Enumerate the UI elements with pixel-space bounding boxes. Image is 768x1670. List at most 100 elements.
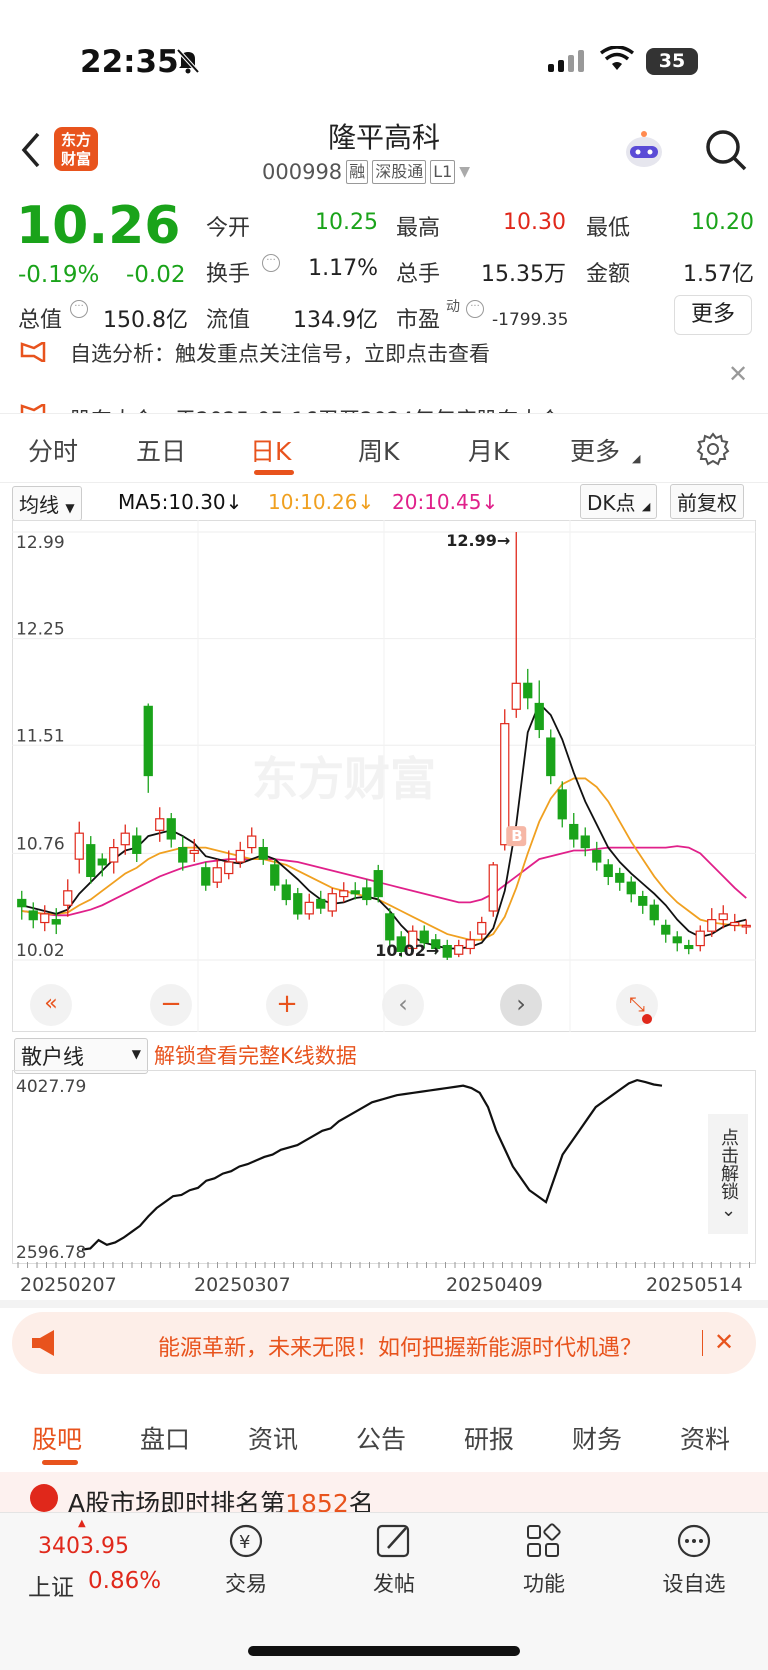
- tab-news[interactable]: 资讯: [248, 1420, 298, 1456]
- megaphone-icon: [20, 404, 46, 413]
- side-unlock-button[interactable]: 点击解锁⌄: [708, 1114, 748, 1234]
- tab-daily-k[interactable]: 日K: [250, 432, 291, 468]
- index-percent[interactable]: 0.86%: [88, 1568, 161, 1594]
- margin-tag: 融: [346, 160, 369, 184]
- candle: [741, 919, 751, 935]
- candle-body: [143, 705, 153, 777]
- tab-five-day[interactable]: 五日: [136, 432, 186, 468]
- nav-trade[interactable]: 交易: [196, 1568, 296, 1598]
- tab-more[interactable]: 更多: [570, 432, 620, 468]
- candle-body: [189, 849, 199, 854]
- home-indicator: [248, 1646, 520, 1656]
- unlock-kline-link[interactable]: 解锁查看完整K线数据: [154, 1040, 357, 1070]
- candle: [661, 919, 671, 943]
- section-gap: [0, 1300, 768, 1308]
- notice-text[interactable]: 股东大会：于2025-05-16召开2024年年度股东大会: [70, 404, 560, 413]
- candle-body: [684, 944, 694, 950]
- candle: [626, 876, 636, 903]
- buy-marker-label: B: [511, 827, 522, 845]
- zoom-out-button[interactable]: −: [150, 984, 192, 1026]
- candle: [385, 908, 395, 946]
- tab-financials[interactable]: 财务: [572, 1420, 622, 1456]
- candle-body: [626, 881, 636, 895]
- candle-body: [293, 893, 303, 915]
- info-icon[interactable]: ···: [262, 254, 280, 272]
- nav-functions[interactable]: 功能: [494, 1568, 594, 1598]
- low-annotation: 10.02→: [375, 941, 439, 960]
- close-icon[interactable]: ✕: [714, 1328, 734, 1356]
- watermark: 东方财富: [252, 752, 436, 806]
- candle: [166, 813, 176, 848]
- candle-body: [63, 890, 73, 906]
- candle: [293, 887, 303, 920]
- close-icon[interactable]: ✕: [728, 360, 748, 388]
- tab-forum[interactable]: 股吧: [32, 1420, 82, 1456]
- sub-indicator-select[interactable]: 散户线 ▼: [14, 1038, 148, 1074]
- index-name[interactable]: 上证: [28, 1568, 74, 1602]
- candle-body: [327, 893, 337, 912]
- more-button[interactable]: 更多: [674, 295, 752, 335]
- tab-intraday[interactable]: 分时: [28, 432, 78, 468]
- nav-add-watchlist[interactable]: 设自选: [644, 1568, 744, 1598]
- promo-text[interactable]: 能源革新，未来无限！如何把握新能源时代机遇？: [158, 1330, 642, 1362]
- active-tab-indicator: [42, 1460, 78, 1465]
- candle: [327, 887, 337, 917]
- candle-body: [304, 901, 314, 915]
- candle-body: [649, 904, 659, 921]
- stock-code-row[interactable]: 000998 融 深股通 L1 ▼: [262, 160, 470, 184]
- candle-body: [316, 898, 326, 909]
- candle: [17, 890, 27, 920]
- candle-body: [500, 723, 510, 846]
- dk-point-select[interactable]: DK点 ◢: [580, 484, 658, 519]
- zoom-in-button[interactable]: +: [266, 984, 308, 1026]
- tab-research[interactable]: 研报: [464, 1420, 514, 1456]
- adjust-select[interactable]: 前复权: [670, 484, 744, 519]
- tab-weekly-k[interactable]: 周K: [358, 432, 399, 468]
- candle: [247, 827, 257, 854]
- candle: [270, 859, 280, 891]
- info-icon[interactable]: ···: [70, 300, 88, 318]
- chevron-down-icon: ▼: [459, 164, 471, 180]
- wifi-icon: [600, 46, 634, 70]
- tab-announcements[interactable]: 公告: [356, 1420, 406, 1456]
- scroll-left-button[interactable]: «: [30, 984, 72, 1026]
- candle-body: [51, 919, 61, 925]
- nav-post[interactable]: 发帖: [344, 1568, 444, 1598]
- sub-max-label: 4027.79: [16, 1077, 86, 1097]
- candle-body: [523, 682, 533, 699]
- notice-strip[interactable]: 自选分析：触发重点关注信号，立即点击查看 股东大会：于2025-05-16召开2…: [0, 342, 768, 414]
- prev-button[interactable]: ‹: [382, 984, 424, 1026]
- trade-icon[interactable]: ¥: [196, 1522, 296, 1560]
- megaphone-icon: [32, 1330, 54, 1356]
- candle: [695, 925, 705, 952]
- amount-value: 1.57亿: [683, 262, 754, 287]
- candle-body: [281, 884, 291, 901]
- compose-icon[interactable]: [344, 1522, 444, 1560]
- gear-icon[interactable]: [696, 432, 730, 466]
- search-icon[interactable]: [704, 128, 748, 172]
- kline-chart[interactable]: 东方财富 12.99 12.25 11.51 10.76 10.02 12.99→ 10…: [12, 520, 756, 1032]
- candle-body: [603, 864, 613, 878]
- candle-body: [385, 913, 395, 941]
- y-tick-label: 11.51: [16, 726, 65, 746]
- candle-body: [97, 858, 107, 866]
- candle: [546, 729, 556, 785]
- candle-body: [270, 864, 280, 886]
- index-value[interactable]: 3403.95: [38, 1534, 129, 1559]
- candle-body: [569, 823, 579, 840]
- date-label: 20250307: [194, 1274, 291, 1296]
- tab-orderbook[interactable]: 盘口: [140, 1420, 190, 1456]
- tab-profile[interactable]: 资料: [680, 1420, 730, 1456]
- candle-body: [546, 737, 556, 777]
- indicator-select[interactable]: 均线 ▼: [12, 486, 82, 521]
- caret-icon: ◢: [632, 452, 641, 465]
- tab-monthly-k[interactable]: 月K: [468, 432, 509, 468]
- notice-text[interactable]: 自选分析：触发重点关注信号，立即点击查看: [70, 342, 490, 368]
- next-button[interactable]: ›: [500, 984, 542, 1026]
- info-icon[interactable]: ···: [466, 300, 484, 318]
- candle: [28, 902, 38, 929]
- add-watchlist-icon[interactable]: [644, 1522, 744, 1560]
- date-label: 20250207: [20, 1274, 117, 1296]
- robot-assistant-icon[interactable]: [622, 128, 666, 172]
- apps-icon[interactable]: [494, 1522, 594, 1560]
